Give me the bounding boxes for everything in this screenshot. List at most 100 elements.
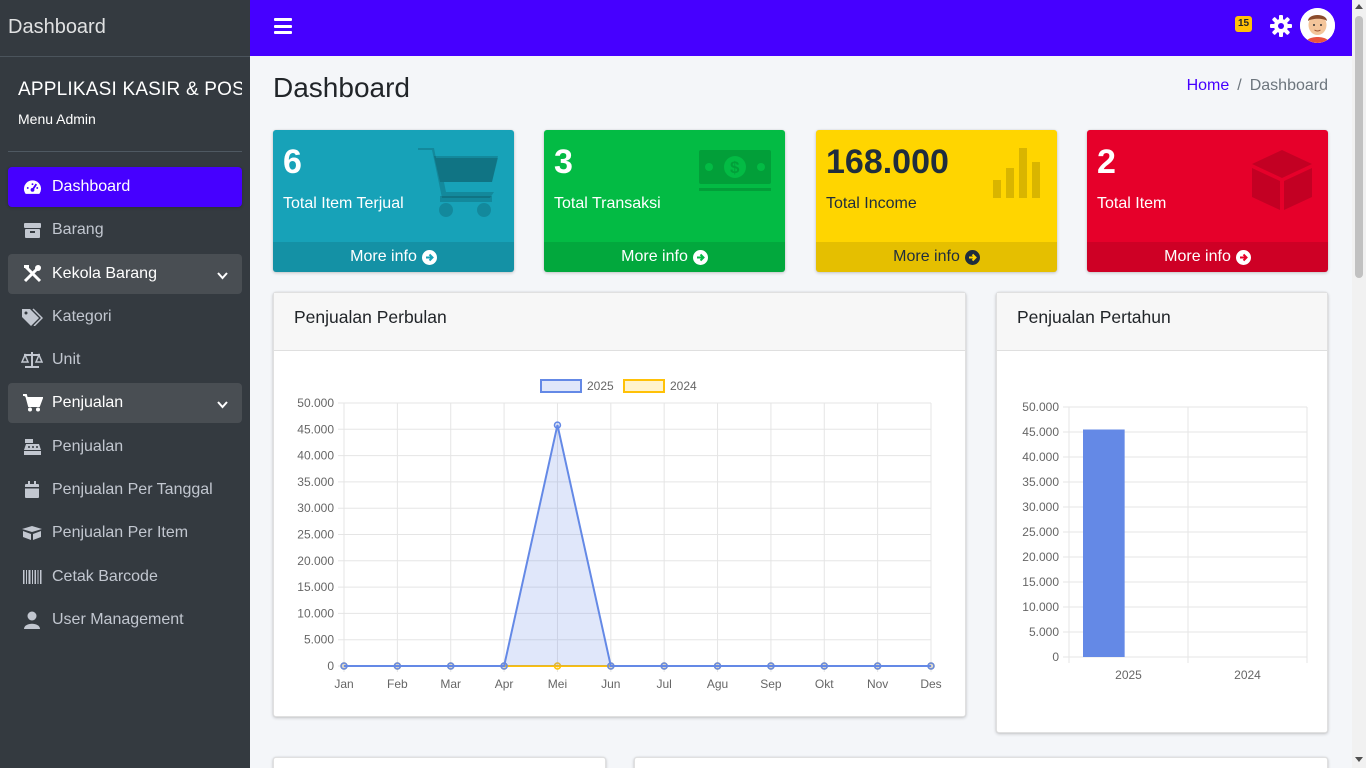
sidebar-item-label: Penjualan Per Item	[52, 524, 189, 542]
data-point-2025	[713, 662, 722, 670]
user-icon	[20, 610, 44, 630]
sidebar-item-label: Barang	[52, 221, 104, 239]
more-info-label: More info	[350, 248, 417, 265]
sidebar-item-unit[interactable]: Unit	[8, 340, 242, 380]
x-tick-label: Feb	[387, 677, 408, 691]
data-point-2025	[607, 662, 615, 670]
user-avatar[interactable]	[1300, 8, 1335, 43]
chevron-down-icon	[217, 267, 228, 285]
sidebar-item-cetak-barcode[interactable]: Cetak Barcode	[8, 557, 242, 597]
sidebar-item-user-management[interactable]: User Management	[8, 600, 242, 640]
y-tick-label: 25.000	[1022, 525, 1059, 539]
scroll-up-arrow-icon[interactable]	[1355, 4, 1363, 9]
y-tick-label: 30.000	[297, 501, 334, 515]
boxes-icon	[20, 523, 44, 543]
sidebar-item-label: Kekola Barang	[52, 264, 157, 282]
stat-box-items-sold: 6 Total Item Terjual More info	[273, 130, 514, 272]
card-title: Penjualan Perbulan	[274, 293, 965, 351]
brand-link[interactable]: Dashboard	[0, 0, 250, 57]
sidebar-item-penjualan-group[interactable]: Penjualan	[8, 383, 242, 424]
tags-icon	[20, 307, 44, 327]
sidebar-item-dashboard[interactable]: Dashboard	[8, 167, 242, 207]
bottom-card-right	[634, 757, 1328, 768]
scroll-down-arrow-icon[interactable]	[1355, 757, 1363, 762]
sidebar-item-label: Penjualan	[52, 437, 124, 455]
legend-label: 2024	[670, 379, 697, 393]
svg-text:$: $	[730, 158, 740, 177]
tools-icon	[20, 264, 44, 284]
gear-icon[interactable]	[1270, 15, 1292, 42]
page-title: Dashboard	[273, 72, 410, 103]
more-info-link[interactable]: More info	[816, 242, 1057, 272]
stat-box-total-items: 2 Total Item More info	[1087, 130, 1328, 272]
sidebar-item-label: Penjualan	[52, 394, 124, 412]
sidebar-item-penjualan-per-tanggal[interactable]: Penjualan Per Tanggal	[8, 470, 242, 510]
card-title: Penjualan Pertahun	[997, 293, 1327, 351]
sidebar-item-penjualan[interactable]: Penjualan	[8, 427, 242, 467]
x-tick-label: Apr	[495, 677, 514, 691]
x-tick-label: Jan	[334, 677, 353, 691]
stat-label: Total Income	[826, 195, 917, 212]
scroll-thumb[interactable]	[1355, 16, 1363, 278]
sidebar-item-label: User Management	[52, 610, 184, 628]
hamburger-menu-icon[interactable]	[274, 18, 292, 34]
series-line-2025	[344, 424, 931, 667]
y-tick-label: 15.000	[1022, 575, 1059, 589]
y-tick-label: 40.000	[1022, 450, 1059, 464]
chevron-down-icon	[217, 396, 228, 414]
sidebar-item-label: Unit	[52, 351, 81, 369]
y-tick-label: 0	[1052, 650, 1059, 664]
breadcrumb-home-link[interactable]: Home	[1187, 77, 1230, 94]
y-tick-label: 20.000	[1022, 550, 1059, 564]
gauge-icon	[20, 177, 44, 197]
y-tick-label: 45.000	[1022, 425, 1059, 439]
series-area-2025	[344, 425, 931, 666]
sidebar-item-kekola-barang[interactable]: Kekola Barang	[8, 253, 242, 294]
sidebar-item-kategori[interactable]: Kategori	[8, 297, 242, 337]
sidebar-item-penjualan-per-item[interactable]: Penjualan Per Item	[8, 513, 242, 553]
stat-label: Total Item	[1097, 195, 1167, 212]
sidebar-item-label: Penjualan Per Tanggal	[52, 481, 213, 499]
more-info-label: More info	[621, 248, 688, 265]
x-tick-label: Agu	[707, 677, 728, 691]
y-tick-label: 5.000	[304, 633, 334, 647]
yearly-sales-card: Penjualan Pertahun 0 5.000 10.000 15.000 20.…	[996, 292, 1328, 733]
y-tick-label: 35.000	[1022, 475, 1059, 489]
sidebar-item-label: Cetak Barcode	[52, 567, 158, 585]
x-tick-label: Jul	[657, 677, 672, 691]
x-tick-label: Mei	[548, 677, 567, 691]
more-info-link[interactable]: More info	[544, 242, 785, 272]
data-point-2025	[500, 662, 508, 670]
data-point-2025	[553, 421, 562, 429]
top-navbar: 15	[250, 0, 1352, 56]
legend-label: 2025	[587, 379, 614, 393]
stat-label: Total Transaksi	[554, 195, 661, 212]
y-tick-label: 45.000	[297, 422, 334, 436]
more-info-link[interactable]: More info	[273, 242, 514, 272]
page-scrollbar[interactable]	[1352, 0, 1366, 768]
stat-value: 6	[283, 143, 302, 181]
stat-box-transactions: 3 Total Transaksi $ More info	[544, 130, 785, 272]
money-bill-icon: $	[699, 148, 771, 199]
barcode-icon	[20, 567, 44, 587]
shopping-cart-icon	[418, 148, 500, 225]
app-title: APPLIKASI KASIR & POS	[18, 79, 242, 100]
data-point-2025	[820, 662, 829, 670]
breadcrumb-current: Dashboard	[1249, 77, 1328, 94]
x-tick-label: Nov	[867, 677, 888, 691]
more-info-link[interactable]: More info	[1087, 242, 1328, 272]
cart-icon	[20, 393, 44, 413]
cube-icon	[1250, 148, 1314, 217]
stat-value: 2	[1097, 143, 1116, 181]
arrow-circle-right-icon	[1235, 249, 1251, 265]
sidebar-item-barang[interactable]: Barang	[8, 210, 242, 250]
brand-text: Dashboard	[8, 16, 106, 38]
more-info-label: More info	[1164, 248, 1231, 265]
y-tick-label: 0	[327, 659, 334, 673]
sidebar-item-label: Dashboard	[52, 178, 131, 195]
monthly-sales-chart: 0 5.000 10.000 15.000 20.000 25.000 30.000 35.0…	[297, 379, 942, 691]
notification-button[interactable]: 15	[1235, 16, 1257, 36]
y-tick-label: 10.000	[297, 606, 334, 620]
yearly-sales-chart: 0 5.000 10.000 15.000 20.000 25.000 30.000 35.0…	[1022, 400, 1308, 682]
y-tick-label: 50.000	[297, 396, 334, 410]
